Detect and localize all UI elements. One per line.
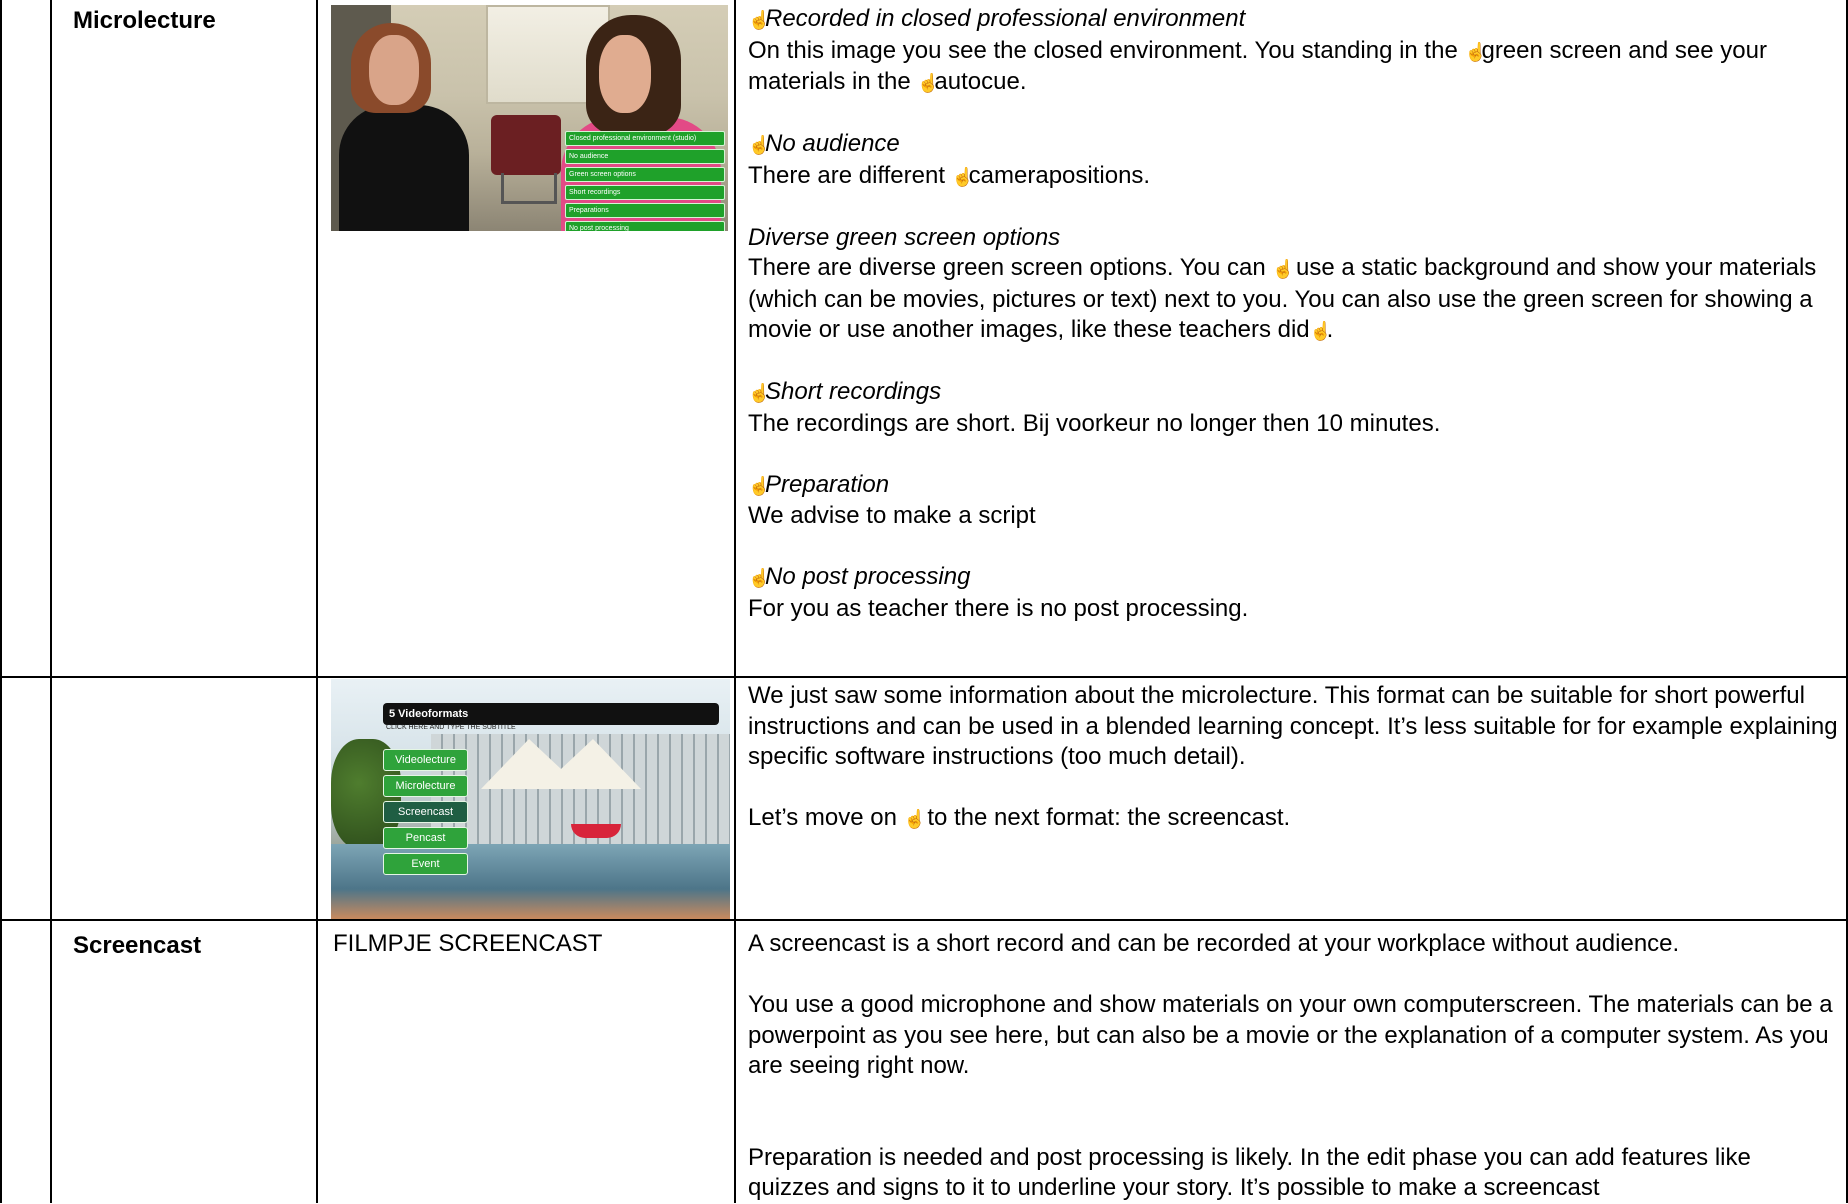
hand-pointer-icon: ☝ (748, 135, 771, 155)
format-menu-item: Microlecture (383, 775, 468, 797)
thumbnail-menu-item: Green screen options (565, 167, 725, 182)
table-border-col2 (316, 0, 318, 1203)
hand-pointer-icon: ☝ (1309, 321, 1333, 341)
paragraph: A screencast is a short record and can b… (748, 930, 1680, 957)
section-title: No post processing (765, 563, 971, 590)
slide-title-bar: 5 Videoformats (383, 703, 719, 725)
section-preparation: ☝Preparation (748, 470, 1838, 502)
format-menu-item-active: Screencast (383, 801, 468, 823)
section-body: There are different ☝camerapositions. (748, 161, 1838, 193)
hand-pointer-icon: ☝ (748, 475, 771, 496)
section-title: Short recordings (765, 378, 942, 405)
row-divider-2 (0, 919, 1848, 921)
hand-pointer-icon: ☝ (748, 568, 771, 588)
hand-pointer-icon: ☝ (748, 10, 771, 30)
section-short-recordings: ☝Short recordings (748, 377, 1838, 409)
microlecture-thumbnail-menu: Closed professional environment (studio)… (565, 131, 725, 231)
section-body: For you as teacher there is no post proc… (748, 594, 1249, 622)
thumbnail-menu-item: Short recordings (565, 185, 725, 200)
campus-red-boat (571, 824, 621, 838)
format-menu-item: Pencast (383, 827, 468, 849)
paragraph: You use a good microphone and show mater… (748, 991, 1833, 1079)
thumbnail-menu-item: No post processing (565, 221, 725, 231)
hand-pointer-icon: ☝ (1464, 41, 1487, 62)
section-title: Diverse green screen options (748, 223, 1061, 251)
transition-description: We just saw some information about the m… (748, 681, 1838, 835)
hand-pointer-icon: ☝ (748, 383, 771, 403)
section-body: The recordings are short. Bij voorkeur n… (748, 409, 1441, 437)
section-body: There are diverse green screen options. … (748, 253, 1838, 347)
slide-subtitle: CLICK HERE AND TYPE THE SUBTITLE (386, 724, 516, 731)
paragraph: Let’s move on ☝ to the next format: the … (748, 803, 1838, 835)
screencast-description: A screencast is a short record and can b… (748, 929, 1838, 1204)
section-title: Recorded in closed professional environm… (765, 5, 1246, 32)
table-border-left (0, 0, 2, 1203)
videoformats-thumbnail: 5 Videoformats CLICK HERE AND TYPE THE S… (331, 679, 730, 919)
section-title: No audience (765, 130, 900, 157)
studio-chair (491, 115, 561, 175)
table-border-col1 (50, 0, 52, 1203)
row-label-microlecture: Microlecture (73, 7, 216, 34)
paragraph: Preparation is needed and post processin… (748, 1143, 1751, 1202)
section-body: We advise to make a script (748, 502, 1036, 529)
format-menu-item: Videolecture (383, 749, 468, 771)
hand-pointer-icon: ☝ (917, 73, 940, 93)
thumbnail-menu-item: Closed professional environment (studio) (565, 131, 725, 146)
thumbnail-menu-item: Preparations (565, 203, 725, 218)
hand-pointer-icon: ☝ (1272, 259, 1295, 279)
paragraph: We just saw some information about the m… (748, 682, 1838, 770)
teacher-left-face (369, 35, 419, 105)
format-menu-item: Event (383, 853, 468, 875)
microlecture-description: ☝Recorded in closed professional environ… (748, 4, 1838, 624)
section-green-screen: Diverse green screen options (748, 223, 1838, 254)
microlecture-thumbnail: Closed professional environment (studio)… (331, 5, 728, 231)
videoformats-menu: Videolecture Microlecture Screencast Pen… (383, 749, 468, 879)
section-no-post-processing: ☝No post processing (748, 562, 1838, 594)
hand-pointer-icon: ☝ (951, 166, 975, 187)
section-recorded: ☝Recorded in closed professional environ… (748, 4, 1838, 36)
table-border-col3 (734, 0, 736, 1203)
section-body: On this image you see the closed environ… (748, 36, 1838, 99)
hand-pointer-icon: ☝ (903, 809, 927, 829)
thumbnail-menu-item: No audience (565, 149, 725, 164)
section-title: Preparation (765, 470, 890, 498)
studio-chair-frame (501, 173, 557, 204)
row-divider-1 (0, 676, 1848, 678)
teacher-left-body (339, 105, 469, 231)
screencast-media-placeholder: FILMPJE SCREENCAST (333, 930, 603, 957)
section-no-audience: ☝No audience (748, 129, 1838, 161)
teacher-right-face (599, 35, 651, 113)
row-label-screencast: Screencast (73, 932, 202, 959)
